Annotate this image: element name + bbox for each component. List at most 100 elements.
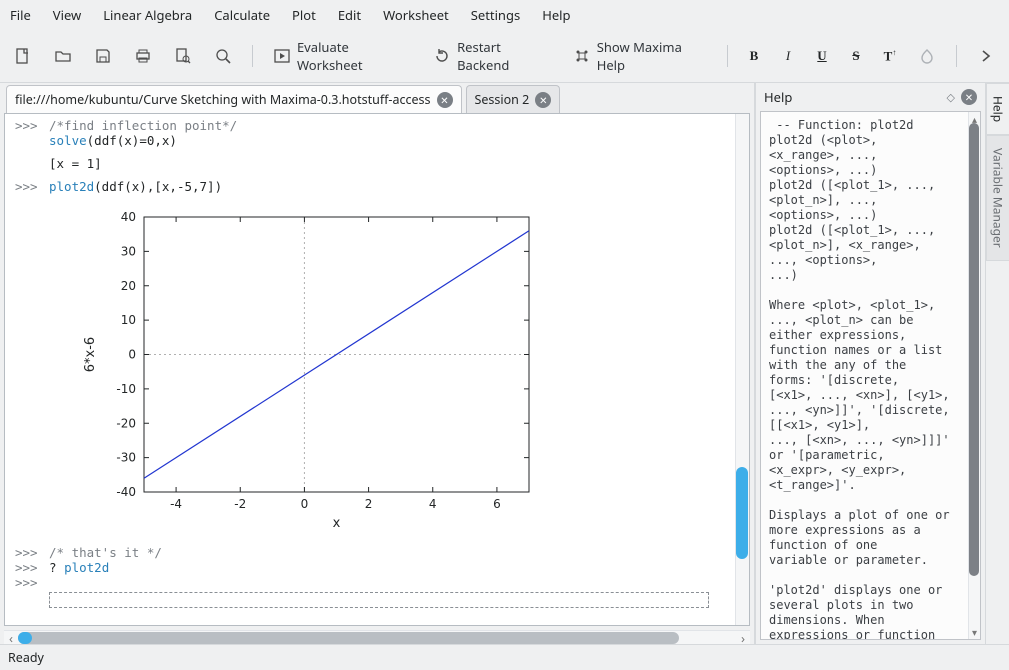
status-text: Ready: [8, 649, 44, 666]
tab-session-2[interactable]: Session 2 ✕: [466, 85, 561, 113]
save-icon: [94, 47, 112, 65]
menu-edit[interactable]: Edit: [338, 6, 361, 24]
prompt: >>>: [15, 179, 49, 194]
find-button[interactable]: [210, 45, 236, 67]
plot-output: -4-20246-40-30-20-10010203040x6*x-6: [49, 202, 735, 537]
menu-view[interactable]: View: [53, 6, 81, 24]
scrollbar-thumb[interactable]: [736, 467, 748, 559]
svg-text:6: 6: [493, 497, 501, 511]
scroll-right-arrow[interactable]: ›: [736, 629, 750, 647]
menu-linear-algebra[interactable]: Linear Algebra: [103, 6, 192, 24]
svg-text:10: 10: [121, 313, 136, 327]
bold-button[interactable]: B: [744, 48, 764, 64]
worksheet[interactable]: >>> /*find inflection point*/ solve(ddf(…: [5, 114, 735, 625]
menu-calculate[interactable]: Calculate: [214, 6, 270, 24]
preview-icon: [174, 47, 192, 65]
cell-1-output: [x = 1]: [49, 156, 735, 171]
tab-2-label: Session 2: [475, 91, 530, 108]
open-folder-icon: [54, 47, 72, 65]
superscript-button[interactable]: T↑: [880, 48, 900, 64]
svg-text:4: 4: [429, 497, 437, 511]
help-text[interactable]: -- Function: plot2d plot2d (<plot>, <x_r…: [761, 112, 968, 639]
statusbar: Ready: [0, 644, 1009, 670]
svg-text:0: 0: [128, 348, 136, 362]
svg-text:x: x: [333, 516, 341, 531]
cell-1-rest: (ddf(x)=0,x): [87, 133, 177, 148]
menu-help[interactable]: Help: [542, 6, 570, 24]
strike-button[interactable]: S: [846, 48, 866, 64]
svg-text:40: 40: [121, 210, 136, 224]
prompt: >>>: [15, 118, 49, 148]
svg-text:-40: -40: [116, 485, 136, 499]
prompt: >>>: [15, 560, 49, 575]
menu-worksheet[interactable]: Worksheet: [383, 6, 449, 24]
help-scrollbar[interactable]: ▴ ▾: [968, 112, 980, 639]
restart-backend-button[interactable]: Restart Backend: [429, 36, 555, 76]
rail-tab-help[interactable]: Help: [986, 83, 1009, 135]
play-icon: [273, 47, 291, 65]
scrollbar-knob[interactable]: [18, 632, 32, 644]
print-icon: [134, 47, 152, 65]
tab-2-close[interactable]: ✕: [535, 92, 551, 108]
worksheet-scrollbar-horizontal[interactable]: ‹ ›: [4, 630, 750, 644]
preview-button[interactable]: [170, 45, 196, 67]
svg-text:-30: -30: [116, 451, 136, 465]
menu-settings[interactable]: Settings: [471, 6, 520, 24]
active-input-cell[interactable]: [49, 592, 709, 608]
italic-button[interactable]: I: [778, 48, 798, 64]
worksheet-scrollbar-vertical[interactable]: [735, 114, 749, 625]
cell-2-rest: (ddf(x),[x,-5,7]): [94, 179, 222, 194]
scroll-left-arrow[interactable]: ‹: [4, 629, 18, 647]
menu-plot[interactable]: Plot: [292, 6, 316, 24]
evaluate-worksheet-label: Evaluate Worksheet: [297, 38, 411, 74]
svg-text:30: 30: [121, 244, 136, 258]
cell-1-keyword: solve: [49, 133, 87, 148]
scroll-down-arrow[interactable]: ▾: [969, 625, 980, 639]
restart-backend-label: Restart Backend: [457, 38, 551, 74]
cell-1-comment: /*find inflection point*/: [49, 118, 237, 133]
svg-text:2: 2: [365, 497, 373, 511]
cell-4-keyword: plot2d: [64, 560, 109, 575]
prompt: >>>: [15, 545, 49, 560]
underline-button[interactable]: U: [812, 48, 832, 64]
svg-text:6*x-6: 6*x-6: [83, 337, 98, 372]
cell-3-comment: /* that's it */: [49, 545, 725, 560]
search-icon: [214, 47, 232, 65]
evaluate-worksheet-button[interactable]: Evaluate Worksheet: [269, 36, 415, 76]
tab-bar: file:///home/kubuntu/Curve Sketching wit…: [0, 83, 754, 113]
cell-4-q: ?: [49, 560, 64, 575]
menubar: File View Linear Algebra Calculate Plot …: [0, 0, 1009, 30]
paint-icon: [918, 47, 936, 65]
help-scrollbar-thumb[interactable]: [969, 123, 979, 576]
svg-text:0: 0: [301, 497, 309, 511]
toolbar-overflow-button[interactable]: [973, 45, 999, 67]
tab-1-close[interactable]: ✕: [437, 92, 453, 108]
restart-icon: [433, 47, 451, 65]
tab-file-1[interactable]: file:///home/kubuntu/Curve Sketching wit…: [6, 85, 462, 113]
toolbar: Evaluate Worksheet Restart Backend Show …: [0, 30, 1009, 83]
show-maxima-help-label: Show Maxima Help: [597, 38, 707, 74]
svg-text:-4: -4: [170, 497, 182, 511]
help-panel-close[interactable]: ✕: [961, 89, 977, 105]
help-panel-float-icon[interactable]: ◇: [947, 90, 955, 105]
right-rail: Help Variable Manager: [985, 83, 1009, 644]
prompt: >>>: [15, 575, 49, 590]
new-doc-button[interactable]: [10, 45, 36, 67]
open-doc-button[interactable]: [50, 45, 76, 67]
cell-2-keyword: plot2d: [49, 179, 94, 194]
text-color-button[interactable]: [914, 45, 940, 67]
help-panel: Help ◇ ✕ -- Function: plot2d plot2d (<pl…: [755, 83, 985, 644]
save-button[interactable]: [90, 45, 116, 67]
maxima-help-icon: [573, 47, 591, 65]
chevron-right-icon: [977, 47, 995, 65]
show-maxima-help-button[interactable]: Show Maxima Help: [569, 36, 711, 76]
print-button[interactable]: [130, 45, 156, 67]
menu-file[interactable]: File: [10, 6, 31, 24]
svg-text:-20: -20: [116, 416, 136, 430]
svg-text:20: 20: [121, 279, 136, 293]
scrollbar-thumb-h[interactable]: [18, 632, 679, 644]
help-panel-title: Help: [764, 88, 792, 106]
new-doc-icon: [14, 47, 32, 65]
rail-tab-variable-manager[interactable]: Variable Manager: [986, 135, 1009, 261]
svg-text:-2: -2: [234, 497, 246, 511]
